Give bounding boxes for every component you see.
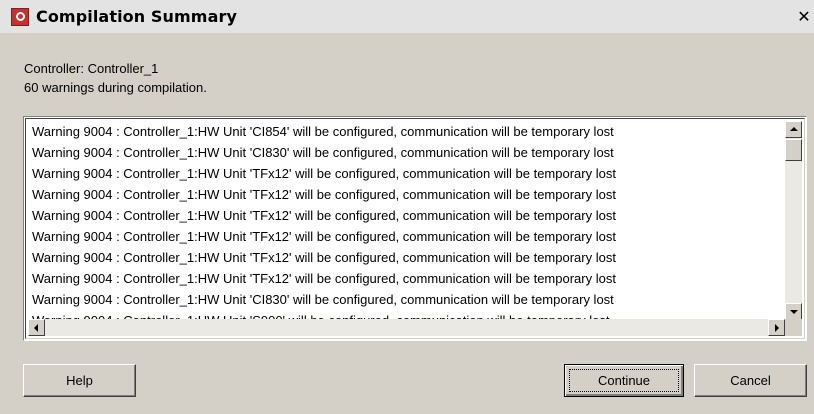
close-icon[interactable]: ✕ bbox=[796, 9, 812, 25]
cancel-button[interactable]: Cancel bbox=[694, 364, 807, 397]
warnings-list-items: Warning 9004 : Controller_1:HW Unit 'CI8… bbox=[32, 121, 780, 331]
scroll-left-button[interactable] bbox=[28, 319, 45, 336]
vertical-scroll-thumb[interactable] bbox=[785, 139, 802, 161]
scrollbar-corner bbox=[785, 319, 802, 336]
list-item[interactable]: Warning 9004 : Controller_1:HW Unit 'CI8… bbox=[32, 121, 780, 142]
app-icon bbox=[11, 8, 29, 26]
list-item[interactable]: Warning 9004 : Controller_1:HW Unit 'TFx… bbox=[32, 205, 780, 226]
vertical-scrollbar[interactable] bbox=[785, 121, 802, 320]
list-item[interactable]: Warning 9004 : Controller_1:HW Unit 'TFx… bbox=[32, 226, 780, 247]
cancel-button-label: Cancel bbox=[730, 373, 771, 388]
list-item[interactable]: Warning 9004 : Controller_1:HW Unit 'TFx… bbox=[32, 163, 780, 184]
horizontal-scrollbar[interactable] bbox=[28, 319, 785, 336]
arrow-left-icon bbox=[34, 324, 38, 332]
help-button-label: Help bbox=[66, 373, 93, 388]
scroll-up-button[interactable] bbox=[785, 121, 802, 138]
controller-label: Controller: Controller_1 bbox=[24, 61, 159, 76]
window-title: Compilation Summary bbox=[36, 7, 237, 26]
list-item[interactable]: Warning 9004 : Controller_1:HW Unit 'TFx… bbox=[32, 247, 780, 268]
continue-button-label: Continue bbox=[597, 373, 651, 388]
list-item[interactable]: Warning 9004 : Controller_1:HW Unit 'CI8… bbox=[32, 142, 780, 163]
warnings-list[interactable]: Warning 9004 : Controller_1:HW Unit 'CI8… bbox=[23, 116, 807, 341]
warning-count-label: 60 warnings during compilation. bbox=[24, 80, 207, 95]
continue-button[interactable]: Continue bbox=[564, 364, 684, 397]
help-button[interactable]: Help bbox=[23, 364, 136, 397]
arrow-up-icon bbox=[790, 127, 798, 131]
scroll-right-button[interactable] bbox=[768, 319, 785, 336]
arrow-down-icon bbox=[790, 310, 798, 314]
list-item[interactable]: Warning 9004 : Controller_1:HW Unit 'TFx… bbox=[32, 268, 780, 289]
scroll-down-button[interactable] bbox=[785, 303, 802, 320]
list-item[interactable]: Warning 9004 : Controller_1:HW Unit 'CI8… bbox=[32, 289, 780, 310]
title-bar[interactable]: Compilation Summary ✕ bbox=[0, 0, 814, 33]
list-item[interactable]: Warning 9004 : Controller_1:HW Unit 'TFx… bbox=[32, 184, 780, 205]
arrow-right-icon bbox=[775, 324, 779, 332]
compilation-summary-dialog: Compilation Summary ✕ Controller: Contro… bbox=[0, 0, 814, 414]
